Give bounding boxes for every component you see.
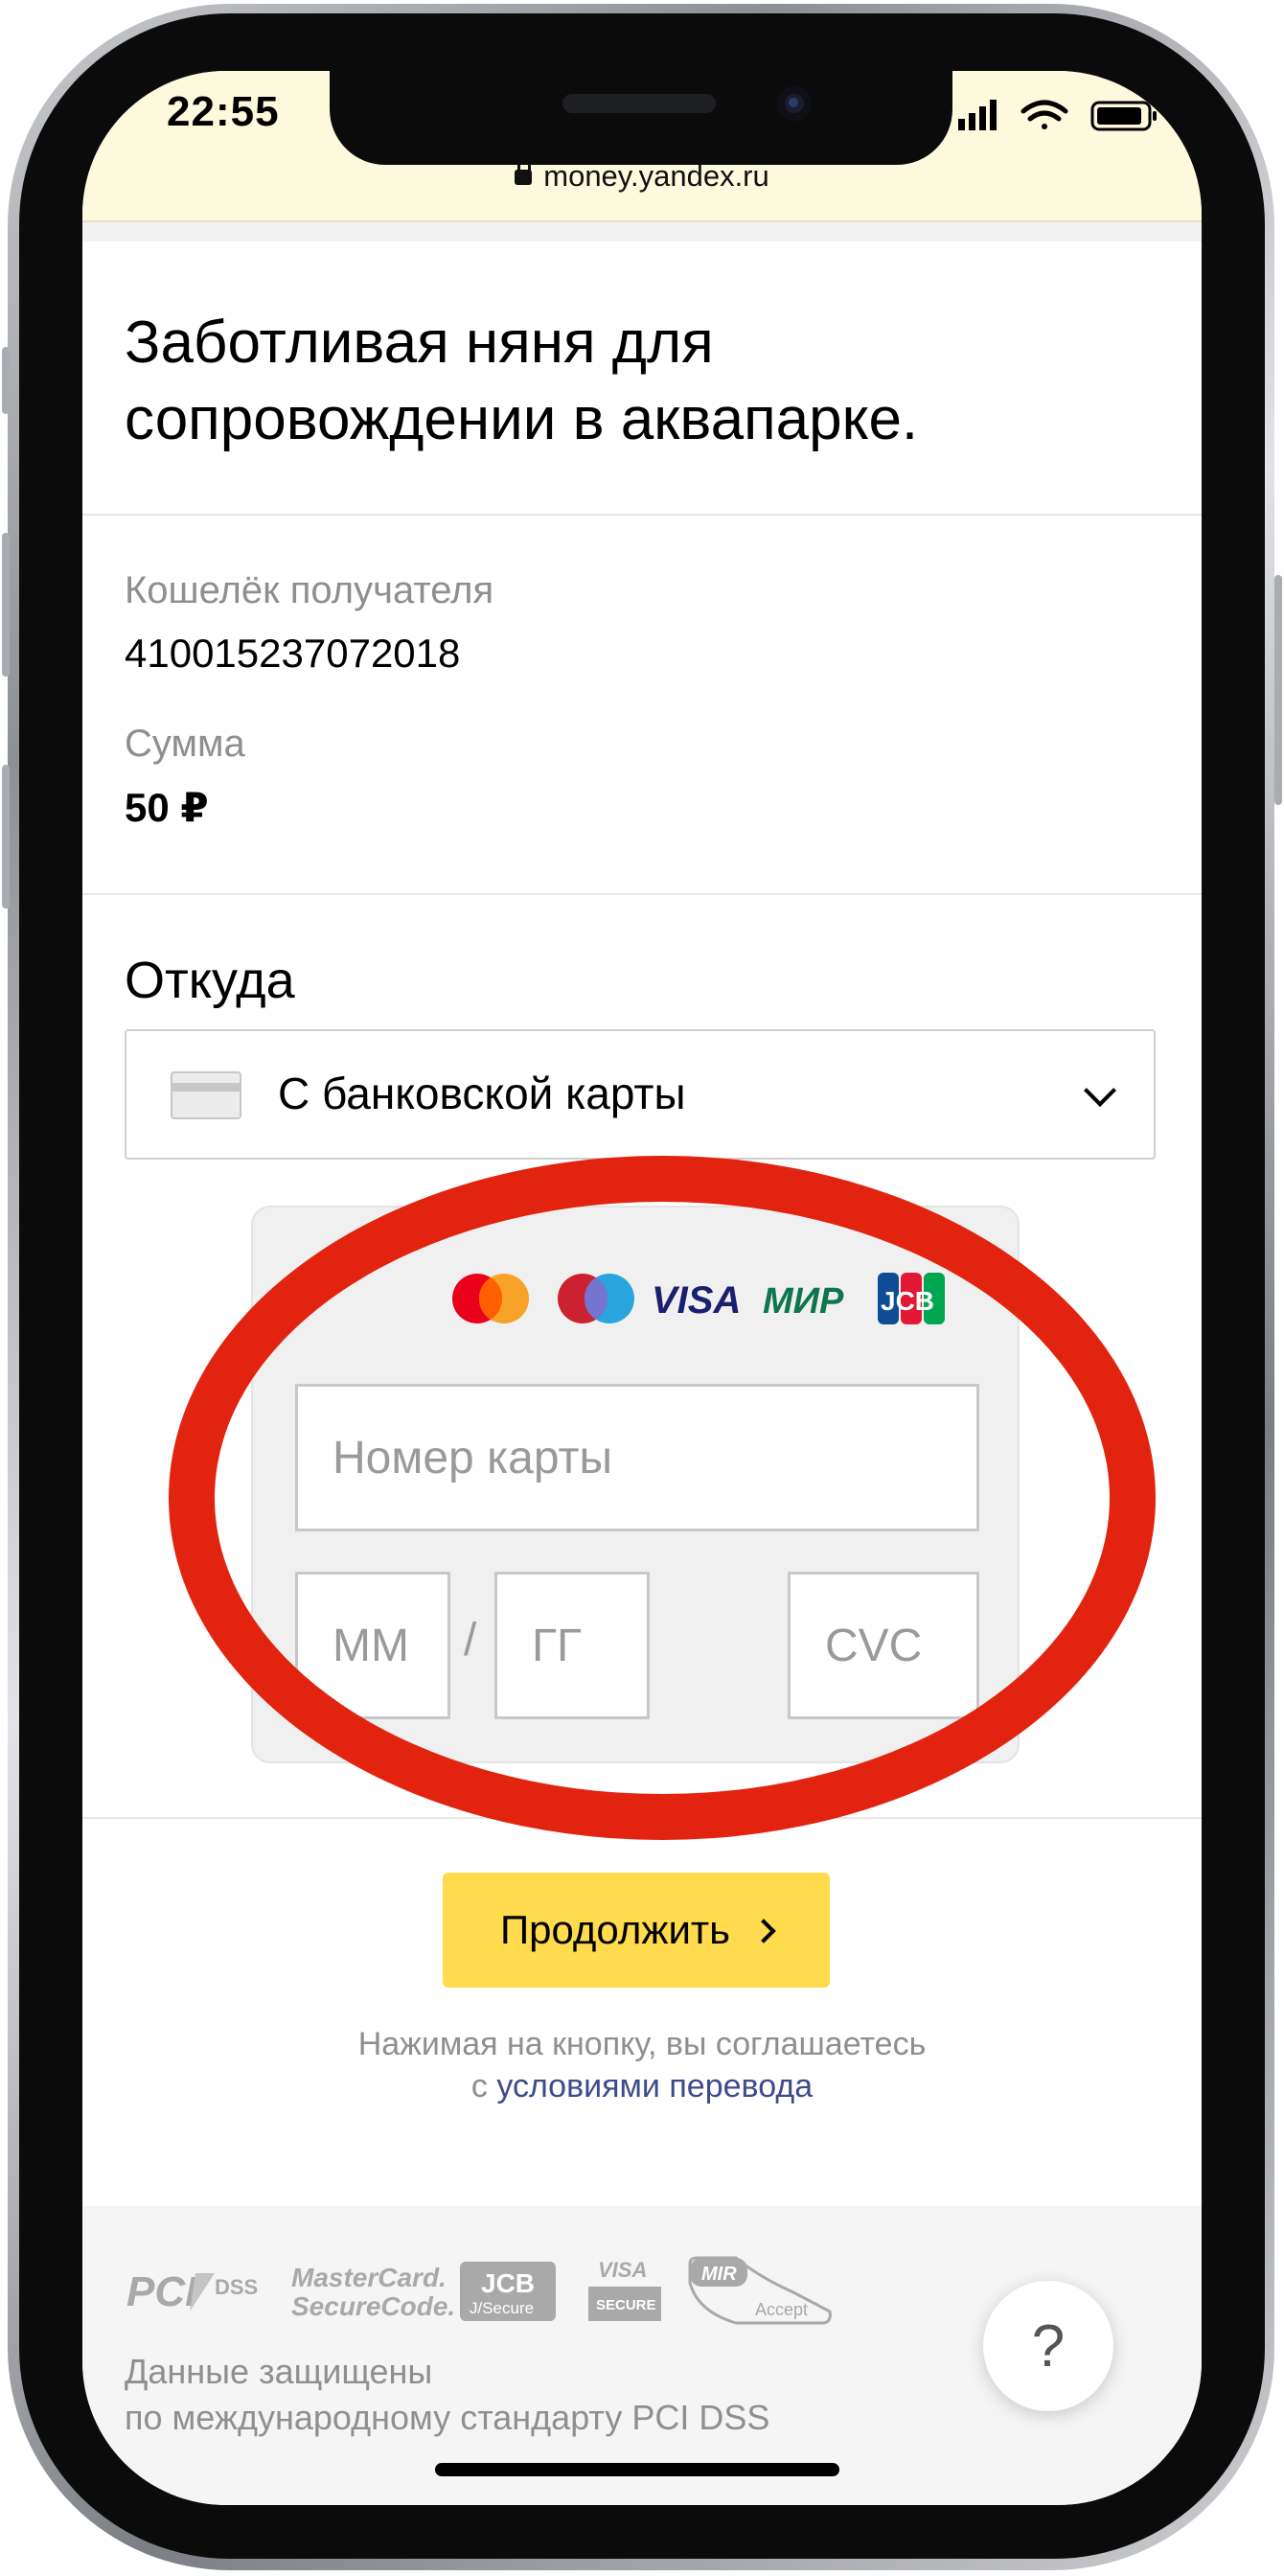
status-icons [958, 100, 1157, 131]
speaker-grille [562, 94, 716, 113]
expiry-separator: / [464, 1615, 477, 1666]
card-number-input[interactable] [295, 1384, 979, 1531]
cvc-input[interactable] [788, 1572, 979, 1719]
bank-card-icon [171, 1071, 241, 1119]
side-button-volume-down [2, 765, 10, 908]
status-time: 22:55 [167, 88, 280, 135]
payment-method-select[interactable]: С банковской карты [125, 1029, 1156, 1160]
pci-logo-text: PCI [126, 2268, 197, 2315]
wifi-icon [1020, 100, 1068, 129]
jcb-logo-text: JCB [881, 1286, 934, 1316]
front-camera [777, 86, 812, 121]
jcb-secure-title: JCB [481, 2268, 535, 2298]
jcb-secure-subtitle: J/Secure [470, 2299, 534, 2317]
mastercard-logo [452, 1274, 529, 1323]
expiry-month-input[interactable] [295, 1572, 450, 1719]
mir-accept-logo: MIR Accept [688, 2256, 832, 2325]
jcb-jsecure-logo: JCB J/Secure [460, 2262, 556, 2321]
securecode-line-1: MasterCard. [291, 2263, 447, 2292]
lock-icon [515, 159, 533, 185]
side-button-volume-up [2, 533, 10, 677]
signal-icon [958, 100, 997, 130]
side-button-power [1274, 575, 1282, 805]
mir-logo: МИР [763, 1281, 844, 1322]
visa-secure-title: VISA [598, 2258, 647, 2282]
mir-accept-subtitle: Accept [755, 2300, 808, 2319]
securecode-line-2: SecureCode. [291, 2291, 455, 2321]
security-logos: PCI DSS MasterCard. SecureCode. JCB J/Se… [126, 2256, 832, 2325]
card-form: VISA МИР JCB / [251, 1206, 1020, 1763]
visa-secure-subtitle: SECURE [596, 2297, 656, 2313]
wallet-label: Кошелёк получателя [125, 569, 494, 611]
continue-label: Продолжить [499, 1907, 731, 1952]
mir-accept-title: MIR [701, 2264, 737, 2285]
chevron-down-icon [1084, 1074, 1116, 1107]
payment-title: Заботливая няня для сопровождении в аква… [125, 310, 919, 452]
source-section-title: Откуда [125, 952, 295, 1009]
home-indicator [435, 2463, 839, 2476]
maestro-logo [558, 1274, 634, 1323]
jcb-logo: JCB [878, 1273, 945, 1324]
help-button[interactable]: ? [983, 2281, 1113, 2411]
dss-logo-text: DSS [215, 2275, 258, 2299]
amount-label: Сумма [125, 723, 245, 765]
agreement-line-2: с условиями перевода [82, 2068, 1202, 2105]
visa-logo: VISA [652, 1279, 741, 1322]
divider [82, 893, 1202, 895]
phone-notch [330, 71, 952, 165]
expiry-year-input[interactable] [494, 1572, 650, 1719]
transfer-terms-link[interactable]: условиями перевода [496, 2068, 813, 2104]
amount-value: 50 ₽ [125, 785, 209, 830]
battery-icon [1090, 101, 1157, 131]
payment-method-value: С банковской карты [278, 1069, 686, 1118]
wallet-number: 410015237072018 [125, 631, 461, 676]
card-brand-logos: VISA МИР JCB [452, 1273, 945, 1324]
divider [82, 514, 1202, 516]
security-text-line-1: Данные защищены [125, 2352, 433, 2391]
continue-button[interactable]: Продолжить [443, 1873, 830, 1988]
page-top-strip [82, 222, 1202, 242]
security-text-line-2: по международному стандарту PCI DSS [125, 2398, 770, 2437]
pci-dss-logo: PCI DSS [126, 2268, 258, 2315]
phone-screen: 22:55 money.yandex.ru Заботливая няня дл… [82, 71, 1202, 2505]
chevron-right-icon [751, 1919, 776, 1944]
divider [82, 1817, 1202, 1819]
agreement-line-1: Нажимая на кнопку, вы соглашаетесь [357, 2026, 927, 2062]
mastercard-securecode-logo: MasterCard. SecureCode. [291, 2263, 455, 2321]
side-button-silent [2, 347, 10, 414]
agreement-prefix: с [470, 2068, 497, 2104]
visa-secure-logo: VISA SECURE [588, 2258, 661, 2321]
